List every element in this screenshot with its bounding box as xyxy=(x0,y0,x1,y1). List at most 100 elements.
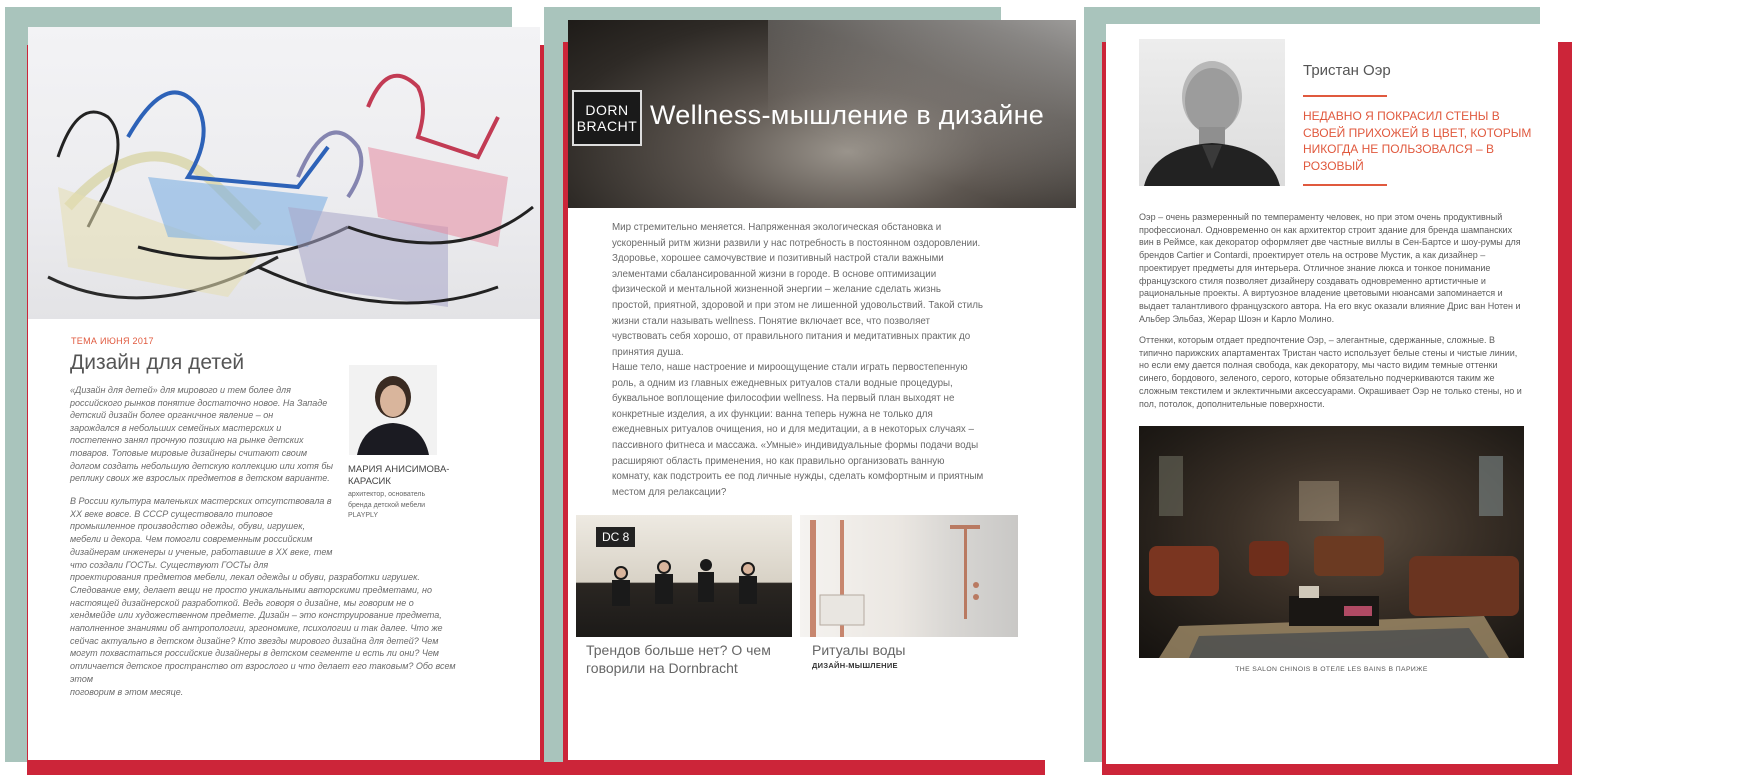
text-line: товаров. Топовые мировые дизайнеры счита… xyxy=(70,447,307,458)
text-line: сложным текстилем и эклектичными аксессу… xyxy=(1139,385,1522,396)
text-line: конкретные изделия, а их функции: ванна … xyxy=(612,408,933,420)
text-line: буквальное воплощение философии wellness… xyxy=(612,393,955,405)
page3-pull-quote: НЕДАВНО Я ПОКРАСИЛ СТЕНЫ В СВОЕЙ ПРИХОЖЕ… xyxy=(1303,108,1531,174)
text-line: реплику своих же взрослых предметов в де… xyxy=(70,473,330,484)
text-line: вин в Реймсе, как декоратор оформляет дв… xyxy=(1139,237,1521,248)
text-line: физической и ментальной жизненной энерги… xyxy=(612,284,941,296)
text-line: «Дизайн для детей» для мирового и тем бо… xyxy=(70,385,291,395)
text-line: наполненное знаниями об антропологии, эр… xyxy=(70,623,443,634)
author-name: МАРИЯ АНИСИМОВА- КАРАСИК xyxy=(348,464,449,488)
card1-title: Трендов больше нет? О чем говорили на Do… xyxy=(586,641,771,677)
text-line: сейчас актуально в детском дизайне? Кто … xyxy=(70,635,439,646)
author-name-line: КАРАСИК xyxy=(348,476,391,487)
author-role-line: бренда детской мебели xyxy=(348,501,426,509)
text-line: Альбер Эльбаз, Жерар Шоэн и Карло Молино… xyxy=(1139,313,1335,324)
bathroom-illustration xyxy=(810,520,980,637)
text-line: российского рынков понятие достаточно но… xyxy=(70,397,328,408)
text-line: Мир стремительно меняется. Напряженная э… xyxy=(612,222,942,233)
text-line: брендов Cartier и Contardi, проектирует … xyxy=(1139,250,1486,261)
text-line: что создали ГОСТы. Существуют ГОСТы для xyxy=(70,559,269,570)
page3-para1: Оэр – очень размеренный по темпераменту … xyxy=(1139,211,1534,325)
text-line: зарождался в небольших семейных мастерск… xyxy=(70,422,282,433)
author-role-line: PLAYPLY xyxy=(348,512,379,519)
page2-title: Wellness-мышление в дизайне xyxy=(650,100,1045,130)
rocking-chairs-illustration xyxy=(47,73,534,307)
text-line: промышленное производство одежды, обуви,… xyxy=(70,521,305,532)
card2-title: Ритуалы воды xyxy=(812,642,906,658)
water-rituals-card[interactable]: Ритуалы воды ДИЗАЙН-МЫШЛЕНИЕ xyxy=(800,515,1018,755)
panelists-illustration xyxy=(612,559,757,606)
text-line: дизайнерам инженеры и ученые, работавшие… xyxy=(70,546,333,557)
text-line: проектирования предметов мебели, лекал о… xyxy=(70,572,420,583)
logo-text: BRACHT xyxy=(576,118,638,134)
rocking-chairs-photo xyxy=(28,27,540,319)
page1-title: Дизайн для детей xyxy=(70,351,245,374)
text-line: Наше тело, наше настроение и мироощущени… xyxy=(612,362,968,373)
text-line: хендмейде или художественном предмете. Д… xyxy=(70,610,442,621)
salon-interior-photo xyxy=(1139,426,1524,658)
quote-rule-top xyxy=(1303,95,1387,97)
quote-line: НИКОГДА НЕ ПОЛЬЗОВАЛСЯ – В xyxy=(1303,142,1494,157)
text-line: пол, потолок, дополнительные поверхности… xyxy=(1139,398,1325,409)
quote-line: НЕДАВНО Я ПОКРАСИЛ СТЕНЫ В xyxy=(1303,109,1500,123)
page2: DORN BRACHT Wellness-мышление в дизайне … xyxy=(568,20,1076,760)
quote-line: РОЗОВЫЙ xyxy=(1303,158,1364,173)
portrait-illustration xyxy=(1144,61,1280,186)
text-line: могут похвастаться российские дизайнеры … xyxy=(70,648,439,659)
page1-lead: «Дизайн для детей» для мирового и тем бо… xyxy=(70,384,360,485)
card1-title-line: Трендов больше нет? О чем xyxy=(586,642,771,658)
text-line: выдает талантливого французского автора.… xyxy=(1139,300,1521,311)
page2-para1: Мир стремительно меняется. Напряженная э… xyxy=(612,220,1032,360)
panel-discussion-card[interactable]: DC 8 Трендов больше нет? О чем говорили … xyxy=(576,515,792,755)
text-line: местом для релаксации? xyxy=(612,486,727,498)
card2-subtitle: ДИЗАЙН-МЫШЛЕНИЕ xyxy=(812,661,898,670)
text-line: ускоренный ритм жизни развили у нас потр… xyxy=(612,237,981,249)
text-line: Здоровье, хорошее самочувствие и позитив… xyxy=(612,253,944,265)
logo-text: DORN xyxy=(585,102,629,118)
interior-illustration xyxy=(1149,456,1519,658)
text-line: профессионал. Одновременно он как архите… xyxy=(1139,224,1513,235)
text-line: простой, приятной, здоровой и при этом н… xyxy=(612,299,984,311)
author-role-line: архитектор, основатель xyxy=(348,491,426,498)
text-line: мебели и декора. Чем помогли современным… xyxy=(70,534,313,545)
quote-line: СВОЕЙ ПРИХОЖЕЙ В ЦВЕТ, КОТОРЫМ xyxy=(1303,125,1532,140)
page1-kicker: ТЕМА ИЮНЯ 2017 xyxy=(71,336,154,346)
page2-para2: Наше тело, наше настроение и мироощущени… xyxy=(612,360,1032,500)
text-line: Следование ему, делает вещи не просто ун… xyxy=(70,584,433,595)
text-line: типично парижских апартаментах Тристан ч… xyxy=(1139,347,1518,358)
text-line: Оэр – очень размеренный по темпераменту … xyxy=(1139,212,1503,222)
text-line: французского стиля позволяет дизайнеру с… xyxy=(1139,275,1486,286)
text-line: комнату, как подстроить ее под личные ну… xyxy=(612,471,984,483)
tristan-portrait xyxy=(1139,39,1285,186)
text-line: постепенно занял прочную позицию на рынк… xyxy=(70,435,304,446)
card1-title-line: говорили на Dornbracht xyxy=(586,660,738,676)
text-line: но если ему дается полная свобода, как д… xyxy=(1139,360,1498,371)
author-portrait xyxy=(349,365,437,455)
page1: ТЕМА ИЮНЯ 2017 Дизайн для детей «Дизайн … xyxy=(28,27,540,760)
text-line: расширяют область применения, но как пра… xyxy=(612,455,945,467)
text-line: Оттенки, которым отдает предпочтение Оэр… xyxy=(1139,335,1495,345)
text-line: настоящей дизайнерской разработкой. Ведь… xyxy=(70,597,414,608)
text-line: проектирует предметы для интерьера. Отли… xyxy=(1139,262,1491,273)
text-line: ежедневных ритуалов очищения, но и для м… xyxy=(612,424,974,436)
text-line: роль, а одним из главных ежедневных риту… xyxy=(612,377,953,389)
page3-para2: Оттенки, которым отдает предпочтение Оэр… xyxy=(1139,334,1534,410)
text-line: принятия душа. xyxy=(612,346,684,358)
quote-rule-bottom xyxy=(1303,184,1387,186)
author-role: архитектор, основатель бренда детской ме… xyxy=(348,490,425,522)
portrait-illustration xyxy=(357,376,429,455)
text-line: синего, бордового, зеленого, серого, кот… xyxy=(1139,373,1495,384)
photo-caption: THE SALON CHINOIS В ОТЕЛЕ LES BAINS В ПА… xyxy=(1235,666,1428,673)
page1-body: В России культура маленьких мастерских о… xyxy=(70,495,480,698)
text-line: поговорим в этом месяце. xyxy=(70,686,184,697)
author-name-line: МАРИЯ АНИСИМОВА- xyxy=(348,464,450,475)
text-line: пассивного фитнеса и массажа. «Умные» ин… xyxy=(612,439,979,451)
text-line: отличается детское пространство от взрос… xyxy=(70,661,456,684)
text-line: детский дизайн более органичное явление … xyxy=(70,410,274,421)
text-line: чувствовать себя хорошо, от правильного … xyxy=(612,331,971,343)
dornbracht-logo: DORN BRACHT xyxy=(572,90,642,146)
text-line: долгом создать небольшую детскую коллекц… xyxy=(70,460,333,471)
page3: Тристан Оэр НЕДАВНО Я ПОКРАСИЛ СТЕНЫ В С… xyxy=(1106,24,1558,764)
page3-name: Тристан Оэр xyxy=(1303,62,1391,79)
text-line: жизни стали называть wellness. Понятие в… xyxy=(612,315,930,327)
